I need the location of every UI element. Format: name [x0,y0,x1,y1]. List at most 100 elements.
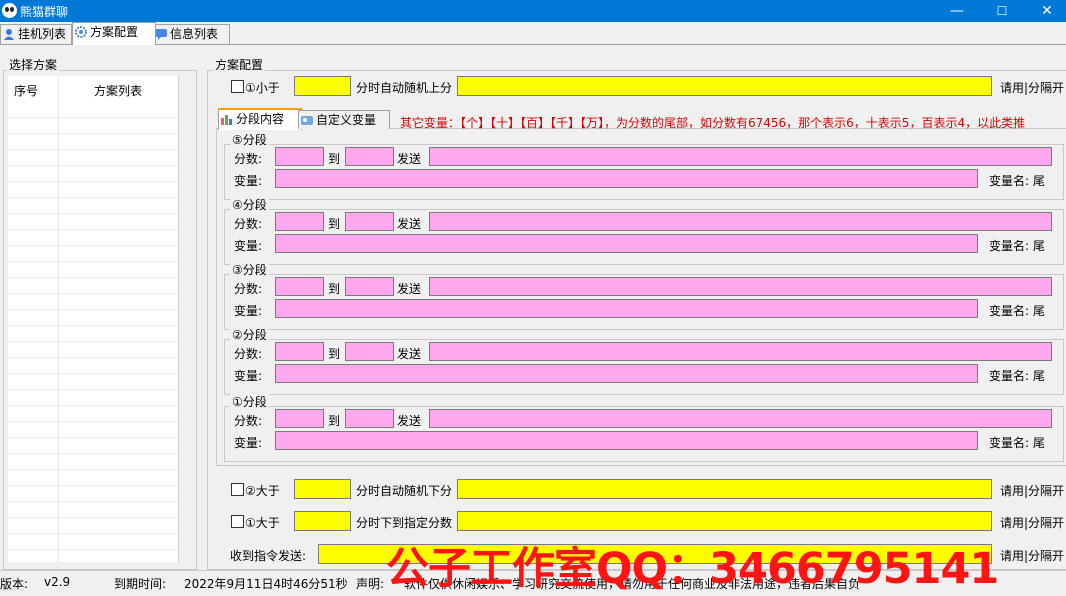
segment-4-send-input[interactable] [429,212,1052,231]
gear-icon [75,26,87,38]
greater-than-2-minutes-input[interactable] [294,479,351,499]
segment-1-var-input[interactable] [275,431,978,450]
version-value: v2.9 [44,575,71,589]
less-than-label: ①小于 [245,81,280,95]
tab-scheme-config-label: 方案配置 [90,25,139,39]
segment-5-score-to-input[interactable] [345,147,394,166]
segment-3-score-from-input[interactable] [275,277,324,296]
segment-4-to-label: 到 [328,217,341,231]
scheme-list[interactable] [8,102,178,562]
segment-2-send-label: 发送 [397,347,422,361]
title-bar: 熊猫群聊 — ☐ ✕ [0,0,1066,22]
segment-4-var-input[interactable] [275,234,978,253]
segment-1-send-label: 发送 [397,414,422,428]
segment-5-var-label: 变量: [234,174,263,188]
notice-label: 声明: [356,577,385,591]
segment-4-varname-label: 变量名: 尾 [989,239,1045,253]
tab-hang-list-label: 挂机列表 [18,27,67,41]
segment-1-send-input[interactable] [429,409,1052,428]
segment-5-title: ⑤分段 [230,131,269,148]
command-send-label: 收到指令发送: [230,549,307,563]
segment-3-score-to-input[interactable] [345,277,394,296]
less-than-checkbox[interactable] [231,80,244,93]
subtab-segment-content[interactable]: 分段内容 [218,108,302,130]
segment-4-score-from-input[interactable] [275,212,324,231]
maximize-button[interactable]: ☐ [979,0,1025,22]
subtab-custom-variable[interactable]: 自定义变量 [298,110,390,129]
minimize-button[interactable]: — [934,0,980,22]
expire-value: 2022年9月11日4时46分51秒 [184,577,348,591]
auto-down-label: 分时自动随机下分 [356,484,453,498]
segment-4-send-label: 发送 [397,217,422,231]
column-divider [58,76,59,562]
greater-than-1-minutes-input[interactable] [294,511,351,531]
panda-app-icon [2,3,17,18]
chat-bubble-icon [155,29,167,40]
col-scheme-header[interactable]: 方案列表 [94,82,142,99]
segment-1-score-label: 分数: [234,414,263,428]
segment-3-var-label: 变量: [234,304,263,318]
auto-up-hint: 请用|分隔开 [1000,81,1065,95]
user-icon [4,29,14,40]
down-to-score-hint: 请用|分隔开 [1000,516,1065,530]
segment-3-to-label: 到 [328,282,341,296]
segment-5-varname-label: 变量名: 尾 [989,174,1045,188]
variable-note: 其它变量：【个】【十】【百】【千】【万】，为分数的尾部，如分数有67456，那个… [400,116,1026,130]
segment-2-score-label: 分数: [234,347,263,361]
segment-3-send-input[interactable] [429,277,1052,296]
select-scheme-title: 选择方案 [7,56,60,73]
down-to-score-text-input[interactable] [457,511,992,531]
auto-down-hint: 请用|分隔开 [1000,484,1065,498]
scheme-config-title: 方案配置 [213,56,266,73]
segment-1-to-label: 到 [328,414,341,428]
segment-5-score-label: 分数: [234,152,263,166]
tab-info-list[interactable]: 信息列表 [152,24,230,44]
segment-4-var-label: 变量: [234,239,263,253]
segment-1-score-to-input[interactable] [345,409,394,428]
expire-label: 到期时间: [114,577,167,591]
variable-icon [301,116,313,125]
segment-1-varname-label: 变量名: 尾 [989,436,1045,450]
segment-5-var-input[interactable] [275,169,978,188]
segment-2-varname-label: 变量名: 尾 [989,369,1045,383]
auto-up-label: 分时自动随机上分 [356,81,453,95]
tab-scheme-config[interactable]: 方案配置 [72,22,156,45]
segment-2-score-from-input[interactable] [275,342,324,361]
segment-3-var-input[interactable] [275,299,978,318]
greater-than-2-label: ②大于 [245,484,280,498]
segment-3-varname-label: 变量名: 尾 [989,304,1045,318]
main-tab-strip: 挂机列表 方案配置 信息列表 [0,22,1066,45]
segment-4-score-to-input[interactable] [345,212,394,231]
segment-1-title: ①分段 [230,393,269,410]
segment-5-score-from-input[interactable] [275,147,324,166]
window-title: 熊猫群聊 [20,5,69,19]
tab-hang-list[interactable]: 挂机列表 [0,24,72,44]
subtab-segment-content-label: 分段内容 [236,112,285,126]
auto-up-text-input[interactable] [457,76,992,96]
segment-5-send-input[interactable] [429,147,1052,166]
scheme-list-header: 序号 方案列表 [8,76,178,103]
watermark-text: 公子工作室QQ：3466795141 [386,544,999,594]
segment-3-score-label: 分数: [234,282,263,296]
version-label: 版本: [0,577,29,591]
greater-than-1-label: ①大于 [245,516,280,530]
segment-5-to-label: 到 [328,152,341,166]
greater-than-1-checkbox[interactable] [231,515,244,528]
segment-2-var-label: 变量: [234,369,263,383]
col-index-header[interactable]: 序号 [14,82,38,99]
less-than-minutes-input[interactable] [294,76,351,96]
close-button[interactable]: ✕ [1024,0,1066,22]
segment-4-title: ④分段 [230,196,269,213]
segment-2-send-input[interactable] [429,342,1052,361]
segment-1-score-from-input[interactable] [275,409,324,428]
list-edge [178,76,179,562]
greater-than-2-checkbox[interactable] [231,483,244,496]
segment-3-send-label: 发送 [397,282,422,296]
segment-2-var-input[interactable] [275,364,978,383]
tab-info-list-label: 信息列表 [170,27,219,41]
bar-chart-icon [221,115,232,125]
auto-down-text-input[interactable] [457,479,992,499]
segment-1-var-label: 变量: [234,436,263,450]
command-send-hint: 请用|分隔开 [1000,549,1065,563]
segment-2-score-to-input[interactable] [345,342,394,361]
